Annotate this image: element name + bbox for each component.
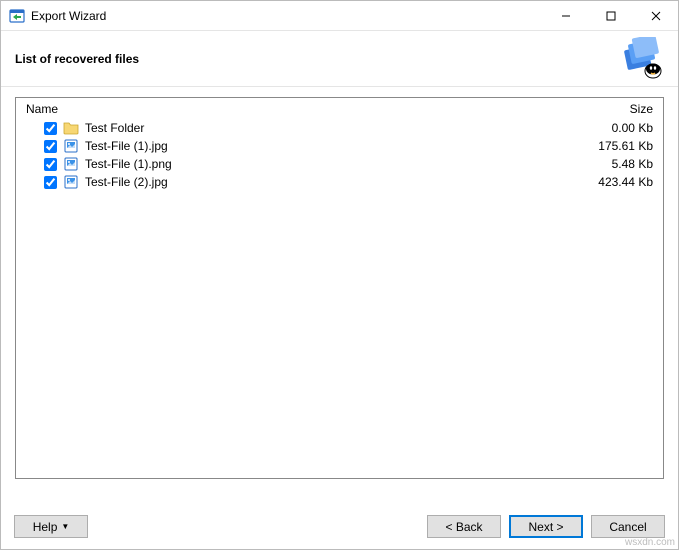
back-button[interactable]: < Back	[427, 515, 501, 538]
file-name: Test Folder	[85, 121, 563, 135]
titlebar: Export Wizard	[1, 1, 678, 31]
help-label: Help	[33, 520, 58, 534]
column-size[interactable]: Size	[563, 102, 653, 116]
wizard-subtitle: List of recovered files	[15, 52, 620, 66]
next-button[interactable]: Next >	[509, 515, 583, 538]
file-name: Test-File (1).jpg	[85, 139, 563, 153]
file-checkbox[interactable]	[44, 158, 57, 171]
image-file-icon	[63, 138, 79, 154]
file-name: Test-File (2).jpg	[85, 175, 563, 189]
app-icon	[9, 8, 25, 24]
file-size: 423.44 Kb	[563, 175, 653, 189]
file-size: 5.48 Kb	[563, 157, 653, 171]
close-button[interactable]	[633, 1, 678, 30]
chevron-down-icon: ▼	[61, 522, 69, 531]
file-row[interactable]: Test-File (1).png5.48 Kb	[26, 155, 653, 173]
file-row[interactable]: Test-File (1).jpg175.61 Kb	[26, 137, 653, 155]
footer: Help ▼ < Back Next > Cancel	[14, 515, 665, 538]
file-name: Test-File (1).png	[85, 157, 563, 171]
file-checkbox[interactable]	[44, 122, 57, 135]
wizard-header: List of recovered files	[1, 31, 678, 87]
watermark: wsxdn.com	[625, 537, 675, 548]
file-checkbox[interactable]	[44, 140, 57, 153]
file-row[interactable]: Test Folder0.00 Kb	[26, 119, 653, 137]
help-button[interactable]: Help ▼	[14, 515, 88, 538]
content-area: Name Size Test Folder0.00 KbTest-File (1…	[1, 87, 678, 479]
folder-icon	[63, 120, 79, 136]
image-file-icon	[63, 174, 79, 190]
file-list-panel: Name Size Test Folder0.00 KbTest-File (1…	[15, 97, 664, 479]
wizard-icon	[620, 37, 664, 81]
file-row[interactable]: Test-File (2).jpg423.44 Kb	[26, 173, 653, 191]
file-size: 0.00 Kb	[563, 121, 653, 135]
file-list: Test Folder0.00 KbTest-File (1).jpg175.6…	[16, 119, 663, 478]
window-title: Export Wizard	[31, 9, 543, 23]
maximize-button[interactable]	[588, 1, 633, 30]
minimize-button[interactable]	[543, 1, 588, 30]
file-checkbox[interactable]	[44, 176, 57, 189]
column-headers: Name Size	[16, 98, 663, 119]
file-size: 175.61 Kb	[563, 139, 653, 153]
window-controls	[543, 1, 678, 30]
image-file-icon	[63, 156, 79, 172]
column-name[interactable]: Name	[26, 102, 563, 116]
cancel-button[interactable]: Cancel	[591, 515, 665, 538]
